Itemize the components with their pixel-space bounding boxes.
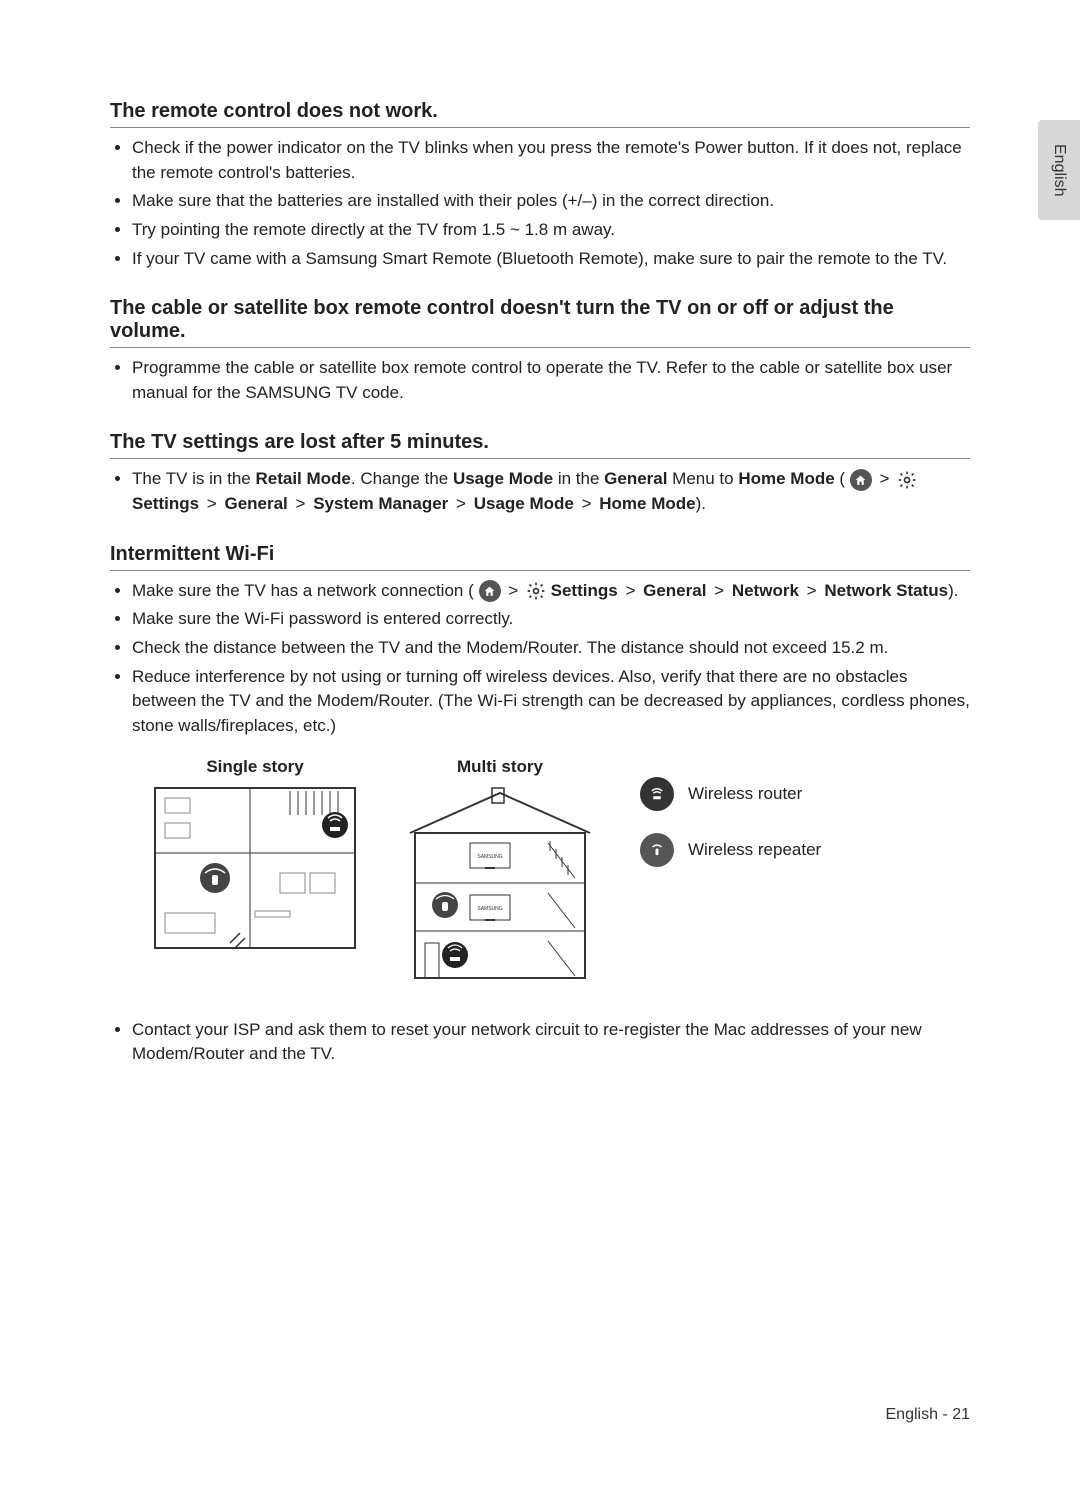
- section-settings-lost: The TV settings are lost after 5 minutes…: [110, 431, 970, 516]
- path-settings: Settings: [551, 581, 618, 600]
- path-system-manager: System Manager: [313, 494, 448, 513]
- text: in the: [553, 469, 604, 488]
- breadcrumb-separator: >: [625, 581, 635, 600]
- path-network-status: Network Status: [824, 581, 948, 600]
- diagram-legend: Wireless router Wireless repeater: [640, 757, 821, 867]
- breadcrumb-separator: >: [582, 494, 592, 513]
- breadcrumb-separator: >: [207, 494, 217, 513]
- home-icon: [479, 580, 501, 602]
- diagram-title-multi: Multi story: [400, 757, 600, 777]
- legend-row-router: Wireless router: [640, 777, 821, 811]
- heading-cable: The cable or satellite box remote contro…: [110, 297, 970, 348]
- home-mode-label: Home Mode: [738, 469, 834, 488]
- bullets-wifi: Make sure the TV has a network connectio…: [110, 579, 970, 739]
- bullet-wifi-2: Make sure the Wi-Fi password is entered …: [132, 607, 970, 632]
- breadcrumb-separator: >: [714, 581, 724, 600]
- bullet-cable-1: Programme the cable or satellite box rem…: [132, 356, 970, 405]
- path-usage-mode: Usage Mode: [474, 494, 574, 513]
- text: Menu to: [667, 469, 738, 488]
- floorplan-single-story-svg: [150, 783, 360, 953]
- bullet-wifi-4: Reduce interference by not using or turn…: [132, 665, 970, 739]
- path-settings: Settings: [132, 494, 199, 513]
- page-content: The remote control does not work. Check …: [0, 0, 1080, 1494]
- breadcrumb-separator: >: [880, 469, 890, 488]
- page-number: English - 21: [886, 1406, 971, 1424]
- usage-mode-label: Usage Mode: [453, 469, 553, 488]
- bullets-wifi-after: Contact your ISP and ask them to reset y…: [110, 1018, 970, 1067]
- section-wifi: Intermittent Wi-Fi Make sure the TV has …: [110, 543, 970, 1067]
- diagram-title-single: Single story: [150, 757, 360, 777]
- breadcrumb-separator: >: [807, 581, 817, 600]
- bullets-remote: Check if the power indicator on the TV b…: [110, 136, 970, 271]
- router-icon: [640, 777, 674, 811]
- bullet-wifi-5: Contact your ISP and ask them to reset y…: [132, 1018, 970, 1067]
- heading-remote: The remote control does not work.: [110, 100, 970, 128]
- diagram-multi-story: Multi story: [400, 757, 600, 988]
- tv-brand-label: SAMSUNG: [477, 854, 502, 860]
- bullet-remote-3: Try pointing the remote directly at the …: [132, 218, 970, 243]
- path-general: General: [643, 581, 706, 600]
- section-remote-not-work: The remote control does not work. Check …: [110, 100, 970, 271]
- bullet-wifi-1: Make sure the TV has a network connectio…: [132, 579, 970, 604]
- heading-wifi: Intermittent Wi-Fi: [110, 543, 970, 571]
- path-general: General: [224, 494, 287, 513]
- text: The TV is in the: [132, 469, 255, 488]
- legend-label-router: Wireless router: [688, 784, 802, 804]
- breadcrumb-separator: >: [296, 494, 306, 513]
- gear-icon: [897, 470, 917, 490]
- gear-icon: [526, 581, 546, 601]
- floorplan-multi-story-svg: SAMSUNG SAMSUNG: [400, 783, 600, 983]
- text: ).: [948, 581, 958, 600]
- retail-mode-label: Retail Mode: [255, 469, 350, 488]
- home-icon: [850, 469, 872, 491]
- bullets-settings-lost: The TV is in the Retail Mode. Change the…: [110, 467, 970, 516]
- wifi-diagrams: Single story: [110, 757, 970, 988]
- diagram-single-story: Single story: [150, 757, 360, 958]
- section-cable-remote: The cable or satellite box remote contro…: [110, 297, 970, 405]
- heading-settings-lost: The TV settings are lost after 5 minutes…: [110, 431, 970, 459]
- path-network: Network: [732, 581, 799, 600]
- bullet-settings-lost-1: The TV is in the Retail Mode. Change the…: [132, 467, 970, 516]
- legend-label-repeater: Wireless repeater: [688, 840, 821, 860]
- bullet-remote-2: Make sure that the batteries are install…: [132, 189, 970, 214]
- bullet-wifi-3: Check the distance between the TV and th…: [132, 636, 970, 661]
- general-label: General: [604, 469, 667, 488]
- bullet-remote-4: If your TV came with a Samsung Smart Rem…: [132, 247, 970, 272]
- bullets-cable: Programme the cable or satellite box rem…: [110, 356, 970, 405]
- text: Make sure the TV has a network connectio…: [132, 581, 474, 600]
- text: . Change the: [351, 469, 453, 488]
- legend-row-repeater: Wireless repeater: [640, 833, 821, 867]
- repeater-icon: [640, 833, 674, 867]
- breadcrumb-separator: >: [456, 494, 466, 513]
- path-home-mode: Home Mode: [599, 494, 695, 513]
- tv-brand-label: SAMSUNG: [477, 906, 502, 912]
- breadcrumb-separator: >: [508, 581, 518, 600]
- bullet-remote-1: Check if the power indicator on the TV b…: [132, 136, 970, 185]
